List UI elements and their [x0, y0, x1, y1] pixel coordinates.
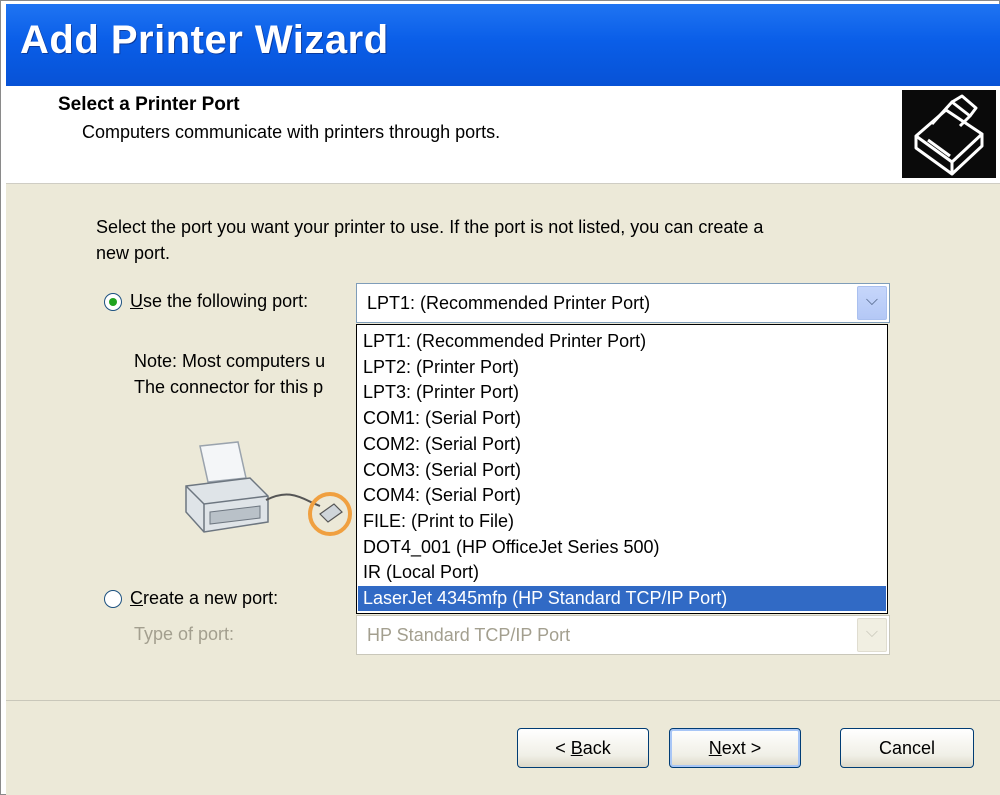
port-type-dropdown-button: ⌵ — [857, 618, 887, 652]
port-option[interactable]: COM2: (Serial Port) — [363, 432, 883, 457]
port-option[interactable]: LPT2: (Printer Port) — [363, 355, 883, 380]
port-select-value: LPT1: (Recommended Printer Port) — [367, 293, 651, 313]
port-option[interactable]: LPT1: (Recommended Printer Port) — [363, 329, 883, 354]
port-option[interactable]: COM3: (Serial Port) — [363, 458, 883, 483]
port-option[interactable]: FILE: (Print to File) — [363, 509, 883, 534]
note-line-1: Note: Most computers u — [134, 351, 326, 371]
create-port-label-accel: C — [130, 588, 143, 608]
next-button[interactable]: Next > — [669, 728, 801, 768]
port-type-value: HP Standard TCP/IP Port — [367, 625, 571, 645]
back-button-text: ack — [582, 738, 611, 758]
port-select-dropdown-button[interactable]: ⌵ — [857, 286, 887, 320]
port-option[interactable]: COM4: (Serial Port) — [363, 483, 883, 508]
instruction-line-1: Select the port you want your printer to… — [96, 217, 764, 237]
next-button-accel: N — [708, 738, 722, 758]
use-port-label-text: se the following port: — [143, 291, 309, 311]
printer-wizard-icon — [902, 90, 996, 178]
port-option[interactable]: LPT3: (Printer Port) — [363, 380, 883, 405]
use-port-label-accel: U — [130, 291, 143, 311]
printer-icon — [185, 441, 352, 536]
port-dropdown-list[interactable]: LPT1: (Recommended Printer Port) LPT2: (P… — [356, 324, 888, 614]
port-select[interactable]: LPT1: (Recommended Printer Port) ⌵ — [356, 283, 890, 323]
next-button-text: ext > — [721, 738, 762, 758]
title-bar: Add Printer Wizard — [6, 4, 1000, 86]
wizard-header: Select a Printer Port Computers communic… — [6, 86, 1000, 184]
port-option[interactable]: LaserJet 4345mfp (HP Standard TCP/IP Por… — [358, 586, 886, 611]
port-type-label: Type of port: — [134, 624, 235, 644]
port-option[interactable]: DOT4_001 (HP OfficeJet Series 500) — [363, 535, 883, 560]
instruction-line-2: new port. — [96, 243, 171, 263]
chevron-down-icon: ⌵ — [865, 624, 879, 641]
port-option[interactable]: IR (Local Port) — [363, 560, 883, 585]
use-port-radio[interactable] — [104, 293, 122, 311]
port-option[interactable]: COM1: (Serial Port) — [363, 406, 883, 431]
chevron-down-icon: ⌵ — [865, 292, 879, 309]
radio-selected-dot — [109, 298, 117, 306]
create-port-radio[interactable] — [104, 590, 122, 608]
window-title: Add Printer Wizard — [20, 18, 389, 62]
printer-port-illustration — [180, 440, 370, 550]
page-title: Select a Printer Port — [58, 94, 240, 115]
page-subtitle: Computers communicate with printers thro… — [82, 122, 501, 142]
back-button-prefix: < — [555, 738, 571, 758]
use-port-label[interactable]: Use the following port: — [130, 291, 308, 312]
port-type-select: HP Standard TCP/IP Port ⌵ — [356, 615, 890, 655]
cancel-button[interactable]: Cancel — [840, 728, 974, 768]
create-port-label[interactable]: Create a new port: — [130, 588, 278, 609]
create-port-label-text: reate a new port: — [143, 588, 279, 608]
note-line-2: The connector for this p — [134, 377, 324, 397]
back-button[interactable]: < Back — [517, 728, 649, 768]
back-button-accel: B — [570, 738, 583, 758]
